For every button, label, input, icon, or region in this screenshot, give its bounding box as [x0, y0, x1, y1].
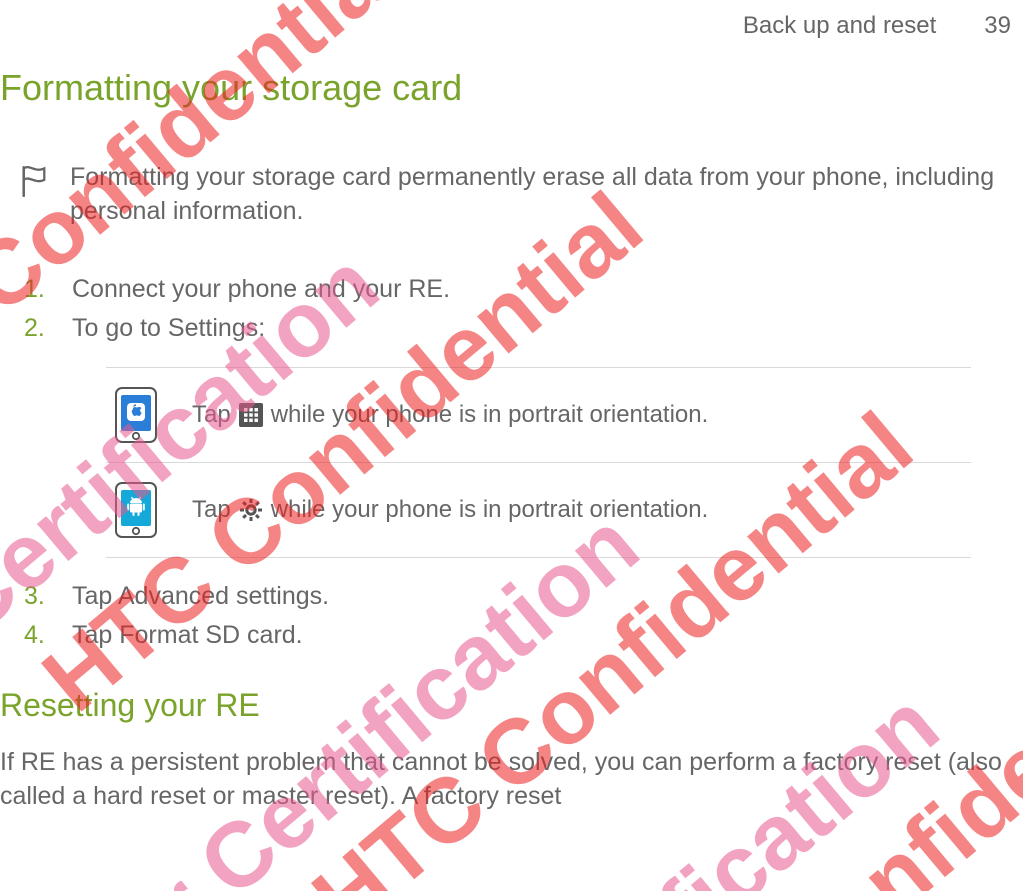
text-pre: Tap	[192, 496, 231, 524]
page-header: Back up and reset 39	[0, 12, 1015, 40]
section-title: Back up and reset	[743, 12, 936, 40]
heading-formatting: Formatting your storage card	[0, 66, 1015, 109]
ios-device-icon	[114, 386, 158, 444]
warning-block: Formatting your storage card permanently…	[20, 161, 1015, 229]
step-3: 3. Tap Advanced settings.	[24, 582, 1015, 611]
page-number: 39	[984, 12, 1011, 40]
step-list: 1. Connect your phone and your RE. 2. To…	[24, 275, 1015, 343]
step-number: 1.	[24, 275, 48, 304]
text-pre: Tap	[192, 401, 231, 429]
flag-icon	[20, 165, 48, 197]
step-number: 3.	[24, 582, 48, 611]
step-2: 2. To go to Settings:	[24, 314, 1015, 343]
step-number: 4.	[24, 621, 48, 650]
step-text: Tap Advanced settings.	[72, 582, 329, 611]
step-text: Tap Format SD card.	[72, 621, 303, 650]
device-row-android: Tap	[106, 462, 971, 557]
reset-paragraph: If RE has a persistent problem that cann…	[0, 746, 1015, 814]
step-4: 4. Tap Format SD card.	[24, 621, 1015, 650]
step-number: 2.	[24, 314, 48, 343]
menu-grid-icon	[239, 403, 263, 427]
step-list-cont: 3. Tap Advanced settings. 4. Tap Format …	[24, 582, 1015, 650]
text-post: while your phone is in portrait orientat…	[271, 401, 709, 429]
device-table: Tap while your phone is in portrait orie…	[106, 367, 971, 558]
device-row-ios: Tap while your phone is in portrait orie…	[106, 368, 971, 462]
step-text: To go to Settings:	[72, 314, 265, 343]
step-text: Connect your phone and your RE.	[72, 275, 450, 304]
android-device-icon	[114, 481, 158, 539]
android-row-text: Tap	[192, 496, 708, 524]
gear-icon	[239, 498, 263, 522]
ios-row-text: Tap while your phone is in portrait orie…	[192, 401, 708, 429]
step-1: 1. Connect your phone and your RE.	[24, 275, 1015, 304]
text-post: while your phone is in portrait orientat…	[271, 496, 709, 524]
warning-text: Formatting your storage card permanently…	[70, 161, 1015, 229]
heading-resetting: Resetting your RE	[0, 686, 1015, 724]
